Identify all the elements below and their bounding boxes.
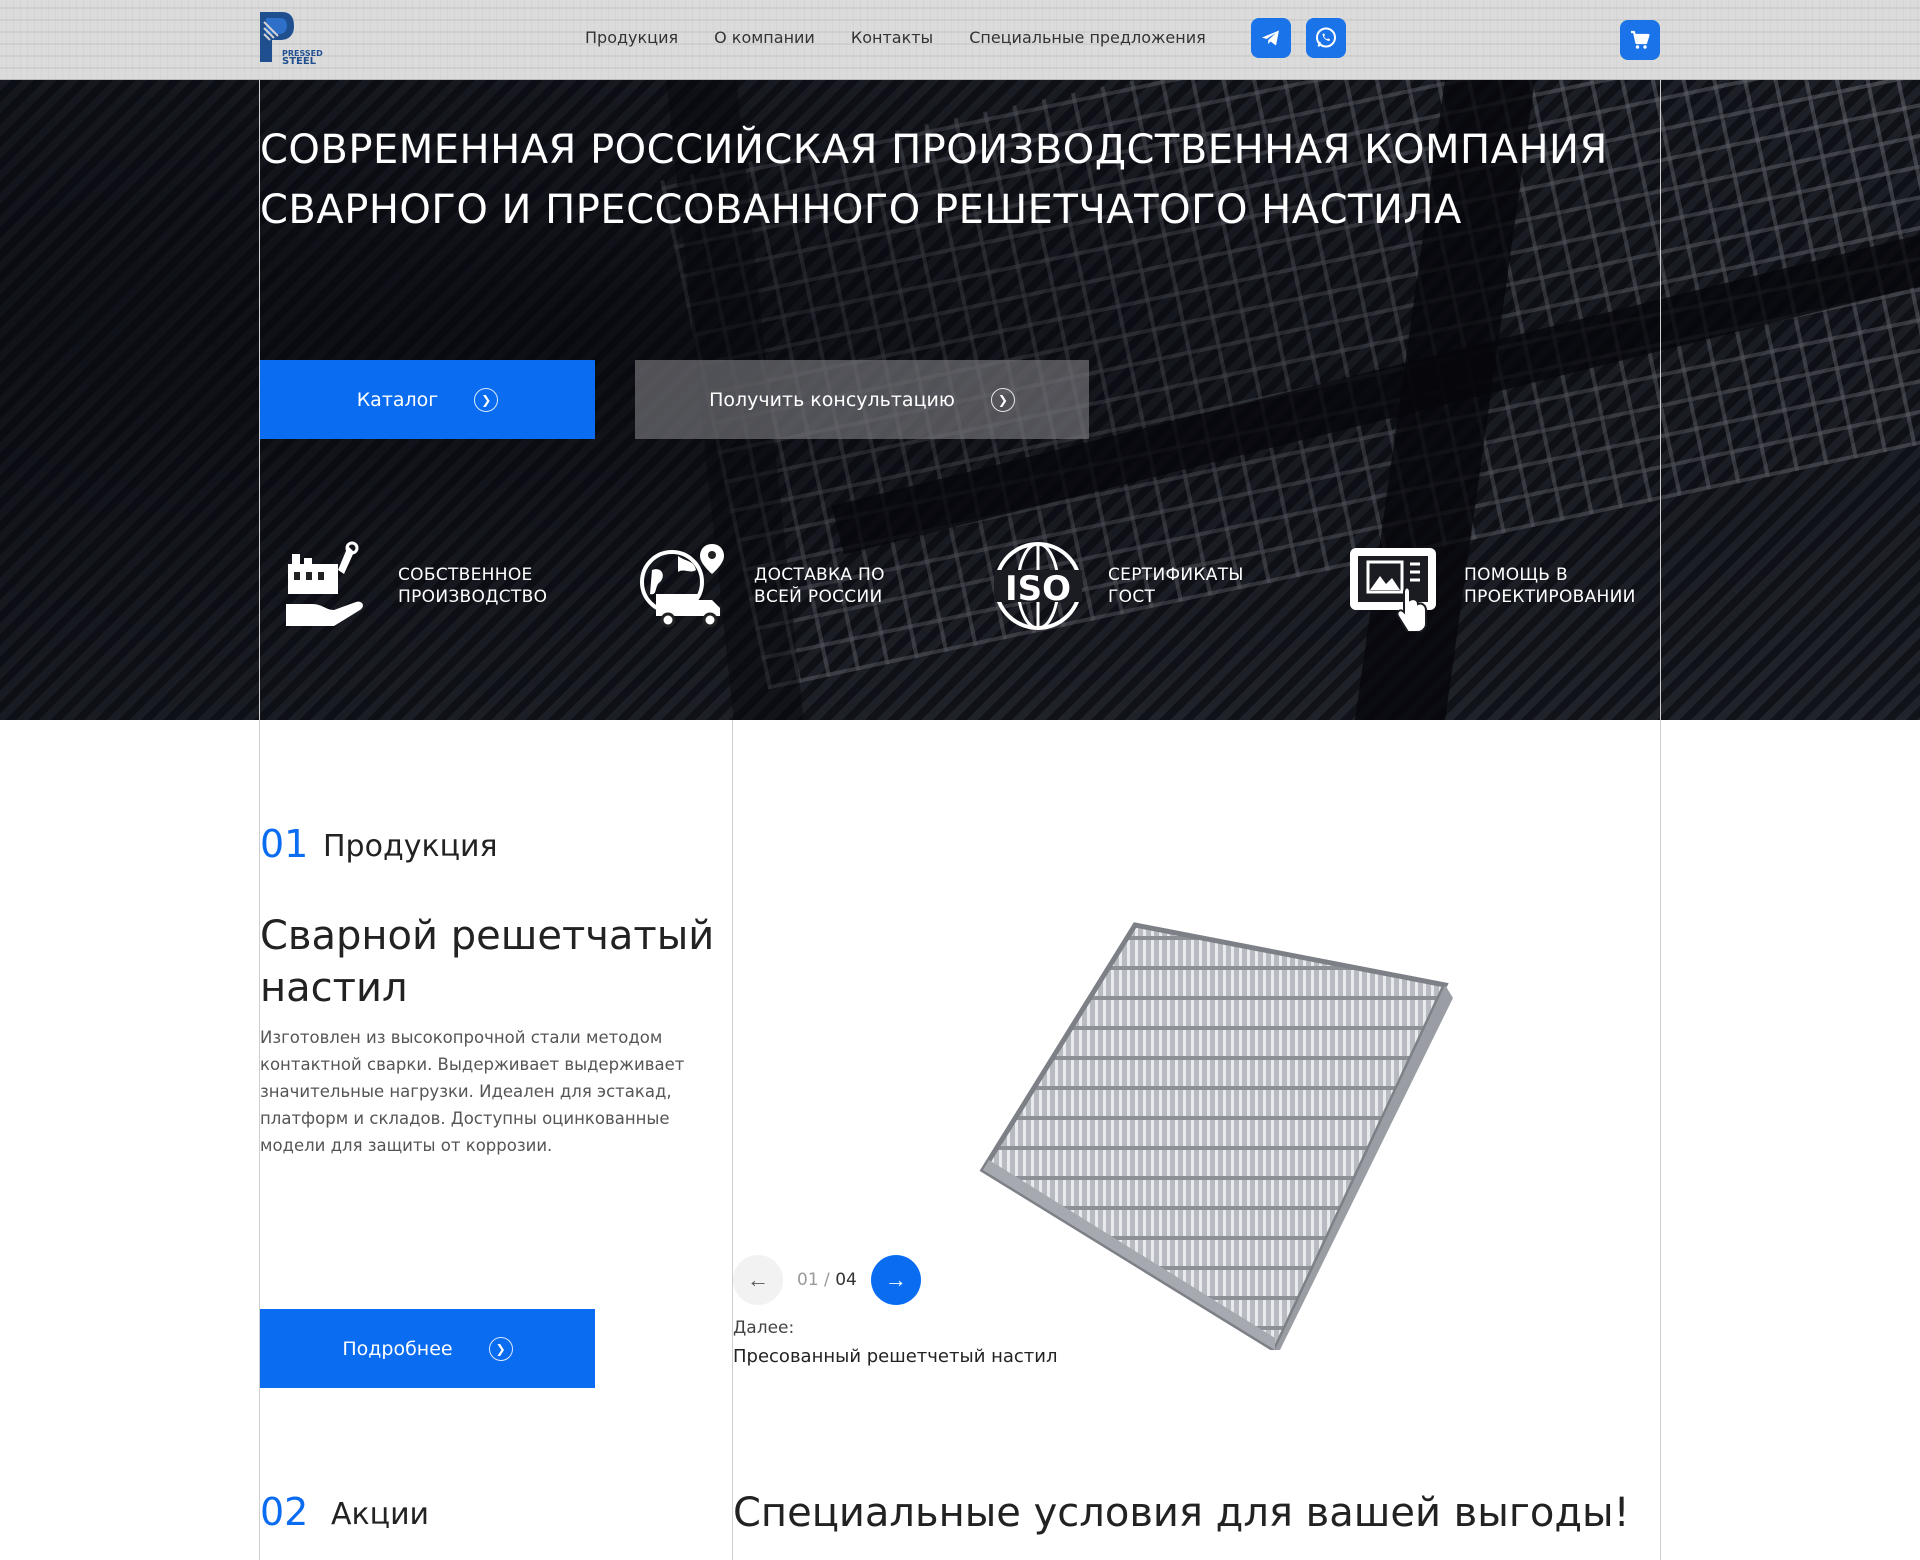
catalog-button[interactable]: Каталог ❯: [260, 360, 595, 439]
guide-line: [259, 80, 260, 1560]
feature-certificates: ISO СЕРТИФИКАТЫ ГОСТ: [992, 540, 1318, 632]
arrow-left-icon: ←: [747, 1267, 769, 1292]
feature-line2: ПРОЕКТИРОВАНИИ: [1464, 587, 1636, 607]
pager-counter: 01 / 04: [797, 1270, 857, 1290]
cart-button[interactable]: [1620, 20, 1660, 60]
consultation-button-label: Получить консультацию: [709, 388, 955, 411]
company-logo[interactable]: PRESSED STEEL: [258, 8, 323, 72]
feature-line2: ВСЕЙ РОССИИ: [754, 587, 883, 607]
catalog-button-label: Каталог: [356, 388, 439, 411]
section-number: 01: [260, 822, 309, 866]
main-nav: Продукция О компании Контакты Специальны…: [585, 28, 1206, 47]
product-description: Изготовлен из высокопрочной стали методо…: [260, 1028, 685, 1155]
product-pager: ← 01 / 04 →: [733, 1255, 921, 1305]
promo-title: Специальные условия для вашей выгоды!: [733, 1490, 1630, 1536]
telegram-icon: [1262, 30, 1279, 46]
section-label: Продукция: [323, 829, 498, 864]
feature-line1: СЕРТИФИКАТЫ: [1108, 565, 1244, 585]
feature-own-production: СОБСТВЕННОЕ ПРОИЗВОДСТВО: [282, 540, 608, 632]
chevron-right-icon: ❯: [488, 1336, 513, 1361]
pager-separator: /: [818, 1270, 836, 1290]
next-product-name[interactable]: Пресованный решетчетый настил: [733, 1346, 1058, 1367]
feature-line1: ПОМОЩЬ В: [1464, 565, 1568, 585]
feature-delivery: ДОСТАВКА ПО ВСЕЙ РОССИИ: [638, 540, 964, 632]
hero-title-line1: СОВРЕМЕННАЯ РОССИЙСКАЯ ПРОИЗВОДСТВЕННАЯ …: [260, 127, 1608, 173]
feature-line1: СОБСТВЕННОЕ: [398, 565, 533, 585]
chevron-right-icon: ❯: [474, 387, 499, 412]
nav-products[interactable]: Продукция: [585, 28, 678, 47]
pager-current: 01: [797, 1270, 819, 1290]
whatsapp-icon: [1316, 27, 1336, 48]
chevron-right-icon: ❯: [990, 387, 1015, 412]
more-button-label: Подробнее: [342, 1337, 453, 1360]
feature-line2: ГОСТ: [1108, 587, 1156, 607]
svg-text:ISO: ISO: [1005, 569, 1071, 609]
cart-icon: [1631, 30, 1650, 49]
feature-text: ДОСТАВКА ПО ВСЕЙ РОССИИ: [754, 564, 964, 608]
feature-design-help: ПОМОЩЬ В ПРОЕКТИРОВАНИИ: [1348, 540, 1674, 632]
feature-text: СЕРТИФИКАТЫ ГОСТ: [1108, 564, 1318, 608]
nav-about[interactable]: О компании: [714, 28, 815, 47]
hero-title-line2: СВАРНОГО И ПРЕССОВАННОГО РЕШЕТЧАТОГО НАС…: [260, 187, 1462, 233]
product-image-grating: [979, 922, 1453, 1350]
hero-title: СОВРЕМЕННАЯ РОССИЙСКАЯ ПРОИЗВОДСТВЕННАЯ …: [260, 120, 1680, 240]
nav-contacts[interactable]: Контакты: [851, 28, 933, 47]
factory-icon: [286, 541, 363, 626]
product-title: Сварной решетчатый настил: [260, 913, 715, 1011]
feature-line2: ПРОИЗВОДСТВО: [398, 587, 548, 607]
prev-slide-button[interactable]: ←: [733, 1255, 783, 1305]
next-slide-button[interactable]: →: [870, 1255, 921, 1305]
next-product-label: Далее:: [733, 1318, 795, 1338]
logo-text: PRESSED STEEL: [282, 50, 323, 67]
telegram-button[interactable]: [1251, 18, 1291, 58]
whatsapp-button[interactable]: [1306, 18, 1346, 58]
iso-icon: ISO: [994, 542, 1082, 630]
section-number: 02: [260, 1490, 309, 1534]
logo-text-line2: STEEL: [282, 56, 317, 67]
feature-text: СОБСТВЕННОЕ ПРОИЗВОДСТВО: [398, 564, 608, 608]
nav-special-offers[interactable]: Специальные предложения: [969, 28, 1206, 47]
section-label: Акции: [331, 1497, 430, 1532]
guide-line: [1660, 80, 1661, 1560]
consultation-button[interactable]: Получить консультацию ❯: [635, 360, 1089, 439]
feature-line1: ДОСТАВКА ПО: [754, 565, 885, 585]
more-button[interactable]: Подробнее ❯: [260, 1309, 595, 1388]
design-help-icon: [1350, 548, 1436, 632]
feature-text: ПОМОЩЬ В ПРОЕКТИРОВАНИИ: [1464, 564, 1674, 608]
delivery-icon: [640, 544, 724, 628]
guide-line: [732, 720, 733, 1560]
pager-total: 04: [835, 1270, 857, 1290]
arrow-right-icon: →: [884, 1267, 907, 1292]
